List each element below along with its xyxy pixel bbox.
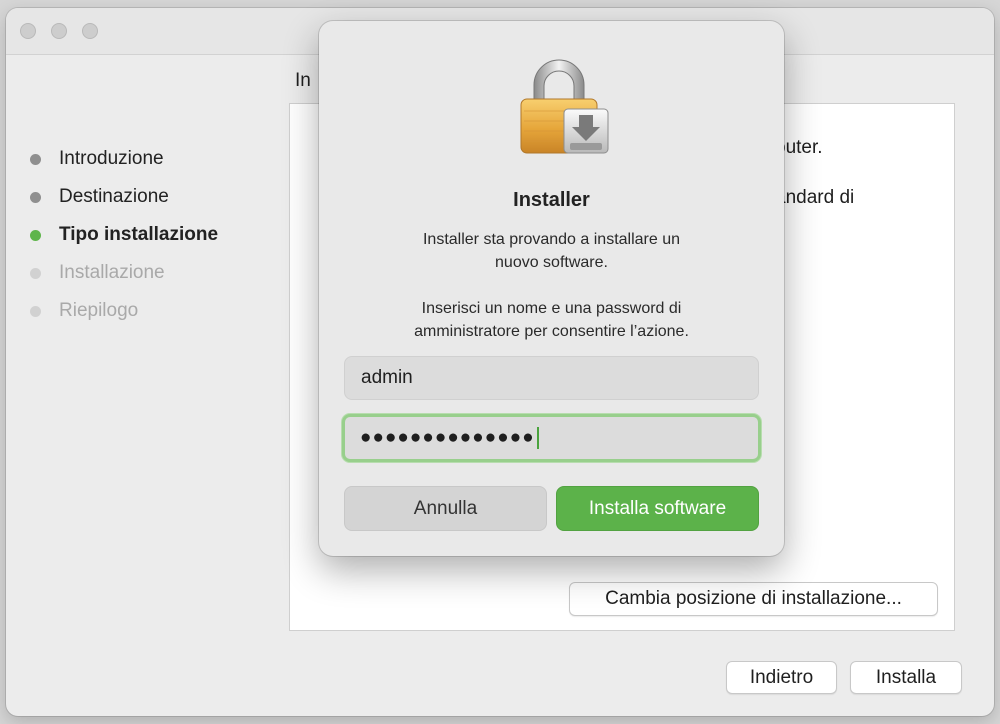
install-software-button[interactable]: Installa software (556, 486, 759, 531)
back-button[interactable]: Indietro (726, 661, 837, 694)
step-installazione: Installazione (30, 254, 218, 292)
password-value: ●●●●●●●●●●●●●● (360, 427, 535, 448)
step-dot (30, 305, 41, 317)
dialog-instruction: Inserisci un nome e una password di ammi… (414, 300, 689, 340)
step-riepilogo: Riepilogo (30, 292, 218, 330)
cancel-button[interactable]: Annulla (344, 486, 547, 531)
close-window-button[interactable] (20, 23, 36, 39)
dialog-message: Installer sta provando a installare un n… (422, 231, 681, 271)
dialog-title: Installer (513, 189, 590, 211)
step-dot (30, 153, 41, 165)
step-introduzione: Introduzione (30, 140, 218, 178)
lock-installer-icon (520, 59, 609, 154)
step-label: Introduzione (59, 148, 164, 169)
step-destinazione: Destinazione (30, 178, 218, 216)
step-label: Riepilogo (59, 300, 139, 321)
step-label: Installazione (59, 262, 165, 283)
step-label: Destinazione (59, 186, 169, 207)
username-value: admin (361, 367, 413, 388)
step-label: Tipo installazione (59, 224, 219, 245)
step-tipo-installazione: Tipo installazione (30, 216, 218, 254)
minimize-window-button[interactable] (51, 23, 67, 39)
text-caret (536, 427, 539, 449)
auth-dialog: Installer Installer sta provando a insta… (319, 21, 784, 556)
password-field[interactable]: ●●●●●●●●●●●●●● (342, 414, 761, 462)
page-heading: In (295, 70, 311, 91)
content-text-line: andard di (775, 187, 855, 208)
install-button[interactable]: Installa (850, 661, 962, 694)
step-dot (30, 229, 41, 241)
change-install-location-button[interactable]: Cambia posizione di installazione... (569, 582, 938, 616)
zoom-window-button[interactable] (82, 23, 98, 39)
steps-sidebar: Introduzione Destinazione Tipo installaz… (30, 140, 218, 330)
username-field[interactable]: admin (344, 356, 759, 400)
step-dot (30, 267, 41, 279)
step-dot (30, 191, 41, 203)
